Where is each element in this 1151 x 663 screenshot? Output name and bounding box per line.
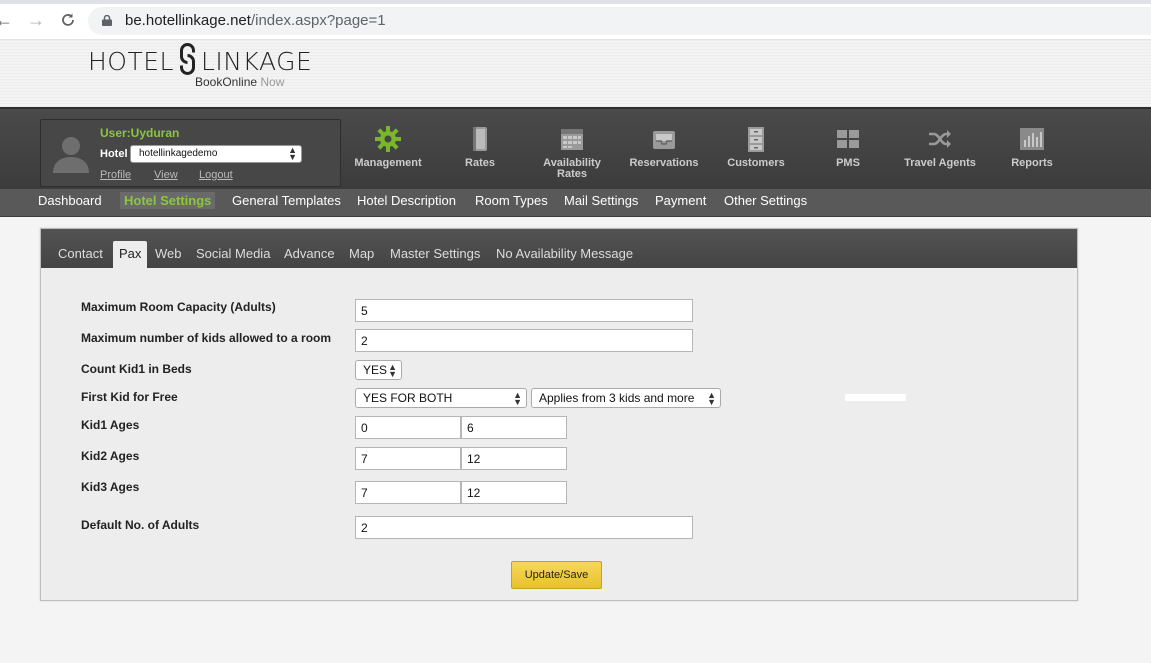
nav-label: Rates — [465, 157, 495, 169]
bar-chart-icon — [1020, 128, 1044, 150]
max-room-capacity-input[interactable]: 5 — [355, 299, 693, 322]
view-link[interactable]: View — [154, 169, 178, 181]
main-navigation-bar: User:Uyduran Hotel hotellinkagedemo ▲ ▼ P… — [0, 107, 1151, 189]
nav-customers[interactable]: Customers — [710, 125, 802, 169]
subnav-other-settings[interactable]: Other Settings — [722, 192, 809, 209]
url-domain: be.hotellinkage.net — [125, 12, 251, 29]
logo-text-right: LINKAGE — [200, 47, 313, 76]
shuffle-icon — [929, 130, 951, 148]
inbox-tray-icon — [653, 131, 675, 149]
kid1-ages-label: Kid1 Ages — [81, 418, 140, 432]
nav-availability-rates[interactable]: Availability Rates — [526, 125, 618, 180]
select-arrows-icon: ▲ ▼ — [288, 145, 297, 162]
reload-icon[interactable] — [58, 10, 78, 30]
tab-strip-edge — [0, 0, 1151, 4]
first-kid-free-select-value: YES FOR BOTH — [363, 391, 453, 405]
nav-reservations[interactable]: Reservations — [618, 125, 710, 169]
calendar-icon — [561, 129, 583, 150]
chain-link-logo-icon — [179, 43, 195, 75]
nav-label: Travel Agents — [904, 157, 976, 169]
forward-arrow-icon[interactable]: → — [26, 10, 46, 30]
select-arrows-icon: ▲ ▼ — [388, 362, 397, 379]
tab-advance[interactable]: Advance — [284, 241, 335, 268]
user-panel: User:Uyduran Hotel hotellinkagedemo ▲ ▼ P… — [40, 119, 341, 187]
kid2-ages-label: Kid2 Ages — [81, 449, 140, 463]
default-adults-input[interactable]: 2 — [355, 516, 693, 539]
max-kids-label: Maximum number of kids allowed to a room — [81, 331, 332, 345]
tab-contact[interactable]: Contact — [58, 241, 103, 268]
nav-label: Availability Rates — [543, 157, 601, 180]
first-kid-applies-select-value: Applies from 3 kids and more — [539, 391, 695, 405]
logo-tagline-now: Now — [260, 75, 285, 89]
count-kid1-select[interactable]: YES ▲ ▼ — [355, 360, 402, 380]
tab-no-availability-message[interactable]: No Availability Message — [496, 241, 633, 268]
nav-label: PMS — [836, 157, 860, 169]
tab-social-media[interactable]: Social Media — [196, 241, 270, 268]
select-arrows-icon: ▲ ▼ — [707, 390, 716, 407]
subnav-general-templates[interactable]: General Templates — [230, 192, 343, 209]
user-avatar-icon — [53, 137, 89, 173]
url-path: /index.aspx?page=1 — [250, 12, 386, 29]
nav-management[interactable]: Management — [342, 125, 434, 169]
tab-web[interactable]: Web — [155, 241, 182, 268]
nav-pms[interactable]: PMS — [802, 125, 894, 169]
count-kid1-label: Count Kid1 in Beds — [81, 362, 192, 376]
address-bar[interactable]: be.hotellinkage.net/index.aspx?page=1 — [88, 7, 1151, 35]
max-room-capacity-label: Maximum Room Capacity (Adults) — [81, 300, 276, 314]
kid3-age-from-input[interactable]: 7 — [355, 481, 461, 504]
hotel-linkage-logo[interactable]: HOTEL LINKAGE BookOnline Now — [88, 42, 313, 89]
nav-reports[interactable]: Reports — [986, 125, 1078, 169]
browser-toolbar: ← → be.hotellinkage.net/index.aspx?page=… — [0, 0, 1151, 40]
update-save-button[interactable]: Update/Save — [511, 561, 602, 589]
logo-tagline-main: BookOnline — [195, 75, 258, 89]
nav-travel-agents[interactable]: Travel Agents — [894, 125, 986, 169]
kid2-age-from-input[interactable]: 7 — [355, 447, 461, 470]
logout-link[interactable]: Logout — [199, 169, 233, 181]
settings-tab-bar: Contact Pax Web Social Media Advance Map… — [41, 229, 1077, 268]
nav-label: Management — [354, 157, 422, 169]
settings-subnav: Dashboard Hotel Settings General Templat… — [0, 189, 1151, 217]
gear-icon — [375, 126, 401, 152]
back-arrow-icon[interactable]: ← — [0, 10, 14, 30]
select-arrows-icon: ▲ ▼ — [513, 390, 522, 407]
grid-icon — [837, 130, 859, 148]
subnav-hotel-description[interactable]: Hotel Description — [355, 192, 458, 209]
default-adults-label: Default No. of Adults — [81, 518, 200, 532]
first-kid-free-label: First Kid for Free — [81, 390, 178, 404]
subnav-hotel-settings[interactable]: Hotel Settings — [120, 192, 216, 209]
book-icon — [473, 127, 487, 151]
logo-tagline: BookOnline Now — [195, 75, 284, 89]
url-text: be.hotellinkage.net/index.aspx?page=1 — [125, 12, 386, 29]
blank-strip — [845, 394, 906, 401]
hotel-select-value: hotellinkagedemo — [139, 148, 218, 159]
first-kid-applies-select[interactable]: Applies from 3 kids and more ▲ ▼ — [531, 388, 721, 408]
logo-text-left: HOTEL — [88, 47, 174, 76]
lock-icon — [102, 15, 112, 26]
pax-settings-panel: Contact Pax Web Social Media Advance Map… — [40, 228, 1078, 601]
max-kids-input[interactable]: 2 — [355, 329, 693, 352]
file-cabinet-icon — [748, 127, 764, 152]
kid1-age-from-input[interactable]: 0 — [355, 416, 461, 439]
hotel-label: Hotel — [100, 148, 128, 160]
nav-label: Customers — [727, 157, 785, 169]
profile-link[interactable]: Profile — [100, 169, 131, 181]
tab-pax[interactable]: Pax — [113, 241, 148, 268]
subnav-room-types[interactable]: Room Types — [473, 192, 550, 209]
nav-label: Reports — [1011, 157, 1053, 169]
tab-master-settings[interactable]: Master Settings — [390, 241, 480, 268]
nav-rates[interactable]: Rates — [434, 125, 526, 169]
count-kid1-select-value: YES — [363, 363, 388, 377]
kid3-ages-label: Kid3 Ages — [81, 480, 140, 494]
subnav-mail-settings[interactable]: Mail Settings — [562, 192, 640, 209]
user-name: User:Uyduran — [100, 126, 180, 140]
nav-label: Reservations — [629, 157, 699, 169]
first-kid-free-select[interactable]: YES FOR BOTH ▲ ▼ — [355, 388, 527, 408]
subnav-dashboard[interactable]: Dashboard — [36, 192, 104, 209]
hotel-select[interactable]: hotellinkagedemo ▲ ▼ — [130, 145, 302, 163]
kid2-age-to-input[interactable]: 12 — [461, 447, 567, 470]
kid3-age-to-input[interactable]: 12 — [461, 481, 567, 504]
kid1-age-to-input[interactable]: 6 — [461, 416, 567, 439]
subnav-payment[interactable]: Payment — [653, 192, 708, 209]
tab-map[interactable]: Map — [349, 241, 374, 268]
